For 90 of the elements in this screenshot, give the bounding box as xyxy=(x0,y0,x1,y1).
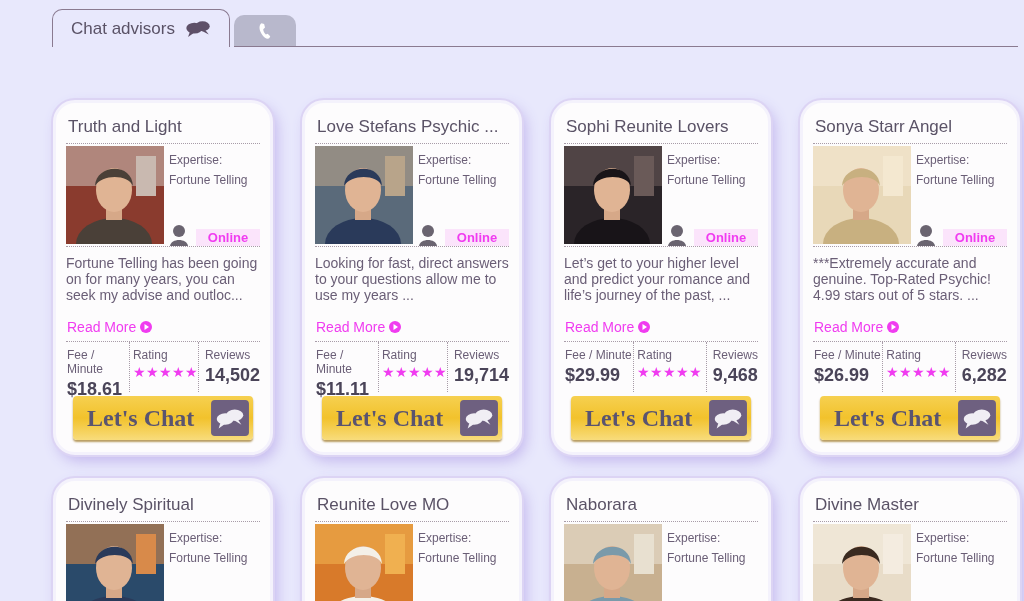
advisor-description: ***Extremely accurate and genuine. Top-Rated Psychic! 4.99 stars out of 5 stars. ... xyxy=(813,254,992,305)
star-icon: ★ xyxy=(171,364,185,380)
chat-button[interactable]: Let's Chat xyxy=(571,396,751,440)
star-icon: ★ xyxy=(938,364,952,380)
star-icon: ★ xyxy=(886,364,900,380)
star-icon: ★ xyxy=(637,364,651,380)
chat-bubbles-icon xyxy=(709,400,747,436)
star-icon: ★ xyxy=(912,364,926,380)
chat-bubbles-icon xyxy=(184,19,211,38)
reviews-label: Reviews xyxy=(961,348,1007,362)
chat-bubbles-icon xyxy=(211,400,249,436)
advisor-name[interactable]: Sophi Reunite Lovers xyxy=(564,113,758,143)
status-badge: Online xyxy=(196,229,260,246)
person-icon xyxy=(418,224,438,246)
chat-bubbles-icon xyxy=(460,400,498,436)
star-icon: ★ xyxy=(381,364,395,380)
status-badge: Online xyxy=(445,229,509,246)
expertise-value: Fortune Telling xyxy=(916,551,996,565)
fee-label: Fee / Minute xyxy=(814,348,882,362)
rating-label: Rating xyxy=(132,348,169,362)
reviews-count: 9,468 xyxy=(712,365,758,386)
expertise-label: Expertise: xyxy=(418,153,473,167)
reviews-count: 19,714 xyxy=(453,365,509,386)
star-icon: ★ xyxy=(663,364,677,380)
advisor-name[interactable]: Naborara xyxy=(564,491,758,521)
star-icon: ★ xyxy=(925,364,939,380)
rating-label: Rating xyxy=(886,348,922,362)
play-circle-icon xyxy=(638,321,651,333)
reviews-count: 6,282 xyxy=(961,365,1007,386)
chat-button[interactable]: Let's Chat xyxy=(820,396,1000,440)
person-icon xyxy=(169,224,189,246)
rating-label: Rating xyxy=(637,348,673,362)
advisor-name[interactable]: Divine Master xyxy=(813,491,1007,521)
fee-value: $29.99 xyxy=(565,365,622,386)
reviews-label: Reviews xyxy=(453,348,501,362)
fee-value: $26.99 xyxy=(814,365,871,386)
reviews-label: Reviews xyxy=(204,348,252,362)
chat-bubbles-icon xyxy=(958,400,996,436)
chat-button[interactable]: Let's Chat xyxy=(73,396,253,440)
star-icon: ★ xyxy=(407,364,421,380)
fee-label: Fee / Minute xyxy=(565,348,633,362)
expertise-label: Expertise: xyxy=(418,531,473,545)
expertise-label: Expertise: xyxy=(667,153,722,167)
chat-button[interactable]: Let's Chat xyxy=(322,396,502,440)
advisor-name[interactable]: Sonya Starr Angel xyxy=(813,113,1007,143)
play-circle-icon xyxy=(389,321,402,333)
star-icon: ★ xyxy=(689,364,703,380)
advisor-name[interactable]: Divinely Spiritual xyxy=(66,491,260,521)
expertise-value: Fortune Telling xyxy=(916,173,996,187)
fee-label: Fee / Minute xyxy=(316,348,354,376)
expertise-label: Expertise: xyxy=(916,531,971,545)
star-icon: ★ xyxy=(158,364,172,380)
star-icon: ★ xyxy=(650,364,664,380)
expertise-value: Fortune Telling xyxy=(418,173,498,187)
advisor-description: Looking for fast, direct answers to your questions allow me to use my years ... xyxy=(315,254,509,305)
play-circle-icon xyxy=(887,321,900,333)
expertise-label: Expertise: xyxy=(169,531,224,545)
advisor-name[interactable]: Love Stefans Psychic ... xyxy=(315,113,509,143)
expertise-value: Fortune Telling xyxy=(667,551,747,565)
status-badge: Online xyxy=(943,229,1007,246)
star-icon: ★ xyxy=(420,364,434,380)
expertise-label: Expertise: xyxy=(916,153,971,167)
star-icon: ★ xyxy=(676,364,690,380)
play-circle-icon xyxy=(140,321,153,333)
expertise-value: Fortune Telling xyxy=(667,173,747,187)
phone-icon xyxy=(257,21,272,40)
expertise-label: Expertise: xyxy=(169,153,224,167)
reviews-count: 14,502 xyxy=(204,365,260,386)
rating-label: Rating xyxy=(381,348,418,362)
reviews-label: Reviews xyxy=(712,348,758,362)
advisor-description: Let’s get to your higher level and predict your romance and life’s journey of the past, ... xyxy=(564,254,751,305)
person-icon xyxy=(916,224,936,246)
person-icon xyxy=(667,224,687,246)
star-icon: ★ xyxy=(132,364,146,380)
status-badge: Online xyxy=(694,229,758,246)
tab[interactable] xyxy=(233,15,296,47)
star-icon: ★ xyxy=(899,364,913,380)
expertise-value: Fortune Telling xyxy=(169,173,249,187)
star-icon: ★ xyxy=(394,364,408,380)
star-icon: ★ xyxy=(184,364,198,380)
advisor-name[interactable]: Reunite Love MO xyxy=(315,491,509,521)
expertise-label: Expertise: xyxy=(667,531,722,545)
tab[interactable]: Chat advisors xyxy=(52,9,230,47)
fee-label: Fee / Minute xyxy=(67,348,105,376)
advisor-description: Fortune Telling has been going on for many years, you can seek my advise and outloc... xyxy=(66,254,259,305)
star-icon: ★ xyxy=(145,364,159,380)
star-icon: ★ xyxy=(433,364,447,380)
expertise-value: Fortune Telling xyxy=(418,551,498,565)
advisor-name[interactable]: Truth and Light xyxy=(66,113,260,143)
expertise-value: Fortune Telling xyxy=(169,551,249,565)
